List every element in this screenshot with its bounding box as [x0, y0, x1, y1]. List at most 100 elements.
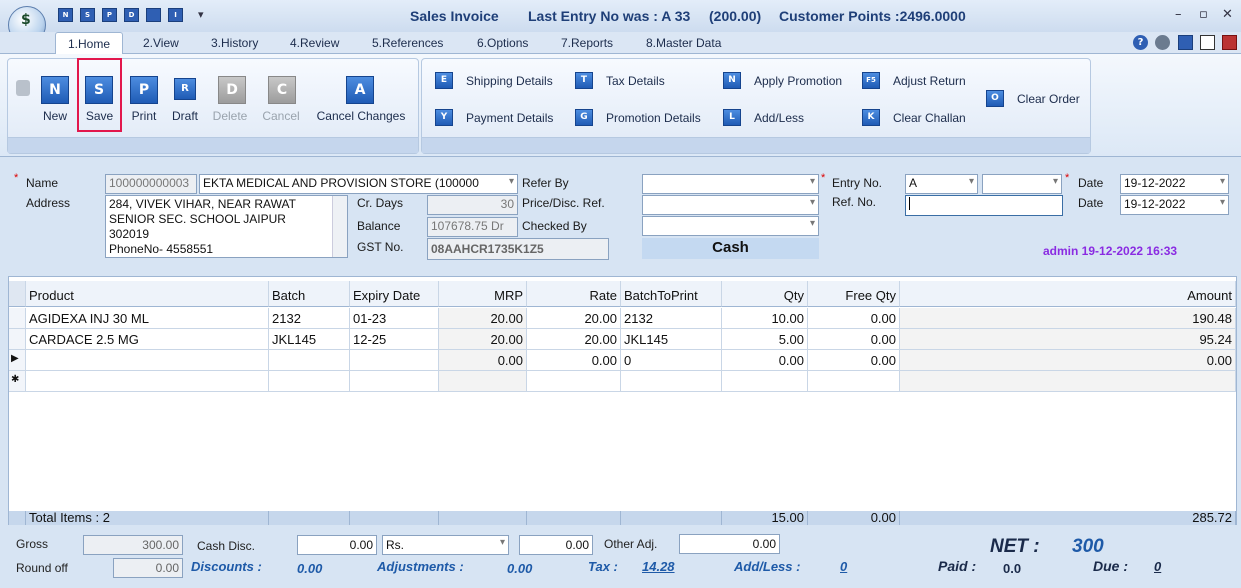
help-icon[interactable]: ? [1133, 35, 1148, 50]
due-value[interactable]: 0 [1154, 559, 1161, 574]
cell-batch-to-print[interactable]: 2132 [621, 308, 722, 329]
tab-view[interactable]: 2.View [143, 36, 179, 50]
cancel-button[interactable]: Cancel [258, 109, 304, 123]
qa-print-icon[interactable]: P [102, 8, 117, 22]
cash-disc-value-input[interactable]: 0.00 [519, 535, 593, 555]
tab-master-data[interactable]: 8.Master Data [646, 36, 721, 50]
round-off-field[interactable]: 0.00 [113, 558, 183, 578]
refer-by-select[interactable] [642, 174, 819, 194]
cell-free-qty[interactable] [808, 371, 900, 392]
cell-qty[interactable] [722, 371, 808, 392]
cell-expiry[interactable]: 01-23 [350, 308, 439, 329]
qa-save-icon[interactable]: S [80, 8, 95, 22]
exit-icon[interactable] [1222, 35, 1237, 50]
address-scrollbar[interactable] [332, 196, 347, 257]
cell-batch[interactable] [269, 350, 350, 371]
cell-qty[interactable]: 0.00 [722, 350, 808, 371]
tab-review[interactable]: 4.Review [290, 36, 339, 50]
address-textarea[interactable]: 284, VIVEK VIHAR, NEAR RAWAT SENIOR SEC.… [105, 195, 348, 258]
tab-options[interactable]: 6.Options [477, 36, 528, 50]
cell-batch-to-print[interactable] [621, 371, 722, 392]
qa-blank-icon[interactable] [146, 8, 161, 22]
user-icon[interactable] [1155, 35, 1170, 50]
cell-qty[interactable]: 10.00 [722, 308, 808, 329]
items-grid[interactable]: Product Batch Expiry Date MRP Rate Batch… [8, 276, 1237, 525]
clear-challan-button[interactable]: Clear Challan [893, 111, 966, 125]
entry-no-select[interactable] [982, 174, 1062, 194]
row-selector[interactable] [9, 329, 26, 350]
col-product[interactable]: Product [26, 281, 269, 307]
minimize-button[interactable]: – [1175, 7, 1182, 22]
gross-field[interactable]: 300.00 [83, 535, 183, 555]
cell-amount[interactable]: 95.24 [900, 329, 1236, 350]
close-button[interactable]: ✕ [1222, 7, 1233, 22]
ref-no-input[interactable] [905, 195, 1063, 216]
party-name-select[interactable]: EKTA MEDICAL AND PROVISION STORE (100000 [199, 174, 518, 194]
cell-batch-to-print[interactable]: 0 [621, 350, 722, 371]
col-qty[interactable]: Qty [722, 281, 808, 307]
cell-amount[interactable]: 0.00 [900, 350, 1236, 371]
gst-field[interactable]: 08AAHCR1735K1Z5 [427, 238, 609, 260]
col-batch-to-print[interactable]: BatchToPrint [621, 281, 722, 307]
qa-delete-icon[interactable]: D [124, 8, 139, 22]
payment-details-button[interactable]: Payment Details [466, 111, 553, 125]
cr-days-field[interactable]: 30 [427, 195, 518, 215]
cell-expiry[interactable]: 12-25 [350, 329, 439, 350]
cell-product[interactable] [26, 371, 269, 392]
cell-qty[interactable]: 5.00 [722, 329, 808, 350]
cancel-changes-button[interactable]: Cancel Changes [314, 109, 408, 123]
delete-button[interactable]: Delete [208, 109, 252, 123]
info-icon[interactable] [1178, 35, 1193, 50]
tab-reports[interactable]: 7.Reports [561, 36, 613, 50]
apply-promotion-button[interactable]: Apply Promotion [754, 74, 842, 88]
col-rate[interactable]: Rate [527, 281, 621, 307]
other-adj-input[interactable]: 0.00 [679, 534, 780, 554]
tax-link[interactable]: 14.28 [642, 559, 675, 574]
shipping-details-button[interactable]: Shipping Details [466, 74, 553, 88]
adjust-return-button[interactable]: Adjust Return [893, 74, 966, 88]
cell-mrp[interactable]: 20.00 [439, 308, 527, 329]
cell-rate[interactable]: 20.00 [527, 308, 621, 329]
cell-rate[interactable] [527, 371, 621, 392]
balance-field[interactable]: 107678.75 Dr [427, 217, 518, 237]
row-selector[interactable]: ✱ [9, 371, 26, 392]
cell-free-qty[interactable]: 0.00 [808, 308, 900, 329]
date-picker-2[interactable]: 19-12-2022 [1120, 195, 1229, 215]
clear-order-button[interactable]: Clear Order [1017, 92, 1080, 106]
cell-product[interactable]: AGIDEXA INJ 30 ML [26, 308, 269, 329]
new-button[interactable]: New [38, 109, 72, 123]
cell-rate[interactable]: 0.00 [527, 350, 621, 371]
col-free-qty[interactable]: Free Qty [808, 281, 900, 307]
cell-product[interactable]: CARDACE 2.5 MG [26, 329, 269, 350]
row-selector[interactable] [9, 308, 26, 329]
row-selector[interactable]: ▶ [9, 350, 26, 371]
date-picker-1[interactable]: 19-12-2022 [1120, 174, 1229, 194]
cell-expiry[interactable] [350, 371, 439, 392]
cell-free-qty[interactable]: 0.00 [808, 329, 900, 350]
qa-new-icon[interactable]: N [58, 8, 73, 22]
tab-references[interactable]: 5.References [372, 36, 443, 50]
draft-button[interactable]: Draft [167, 109, 203, 123]
col-expiry[interactable]: Expiry Date [350, 281, 439, 307]
cell-rate[interactable]: 20.00 [527, 329, 621, 350]
price-disc-select[interactable] [642, 195, 819, 215]
add-less-button[interactable]: Add/Less [754, 111, 804, 125]
cell-expiry[interactable] [350, 350, 439, 371]
cell-amount[interactable] [900, 371, 1236, 392]
cell-mrp[interactable] [439, 371, 527, 392]
col-batch[interactable]: Batch [269, 281, 350, 307]
qa-info-icon[interactable]: I [168, 8, 183, 22]
cash-badge[interactable]: Cash [642, 238, 819, 259]
tax-details-button[interactable]: Tax Details [606, 74, 665, 88]
restore-button[interactable]: ▫ [1199, 7, 1208, 22]
cash-disc-input[interactable]: 0.00 [297, 535, 377, 555]
cell-product[interactable] [26, 350, 269, 371]
cell-batch[interactable] [269, 371, 350, 392]
cell-amount[interactable]: 190.48 [900, 308, 1236, 329]
party-code-field[interactable]: 100000000003 [105, 174, 197, 194]
qa-customize-icon[interactable]: ▾ [198, 8, 204, 21]
tab-home[interactable]: 1.Home [55, 32, 124, 55]
tab-history[interactable]: 3.History [211, 36, 258, 50]
currency-select[interactable]: Rs. [382, 535, 509, 555]
document-icon[interactable] [1200, 35, 1215, 50]
